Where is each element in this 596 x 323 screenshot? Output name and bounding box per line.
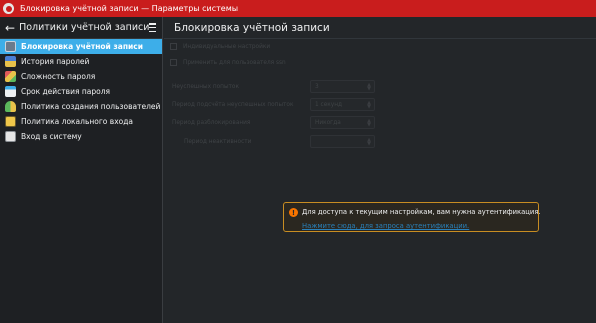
checkbox-box [170,43,177,50]
users-icon [5,101,16,112]
spin-arrows-icon: ▲ ▼ [367,100,371,110]
sidebar-item-label: Политика создания пользователей [21,101,161,111]
individual-settings-label: Индивидуальные настройки [183,43,271,50]
sidebar-nav: Блокировка учётной записи История пароле… [0,39,162,144]
lock-icon [5,41,16,52]
sidebar-title: Политики учётной записи [19,22,150,33]
calendar-icon [5,86,16,97]
sidebar-item-account-lockout[interactable]: Блокировка учётной записи [0,39,162,54]
sidebar-item-label: Сложность пароля [21,71,96,81]
individual-settings-checkbox[interactable]: Индивидуальные настройки [170,43,270,50]
reset-period-label: Период подсчёта неуспешных попыток [172,102,294,108]
notice-message: Для доступа к текущим настройкам, вам ну… [302,208,541,216]
apply-to-existing-checkbox[interactable]: Применить для пользователя ssn [170,59,286,66]
login-icon [5,131,16,142]
unlock-period-spinbox[interactable]: Никогда ▲ ▼ [310,116,375,129]
sidebar-item-label: Политика локального входа [21,116,134,126]
reset-period-spinbox[interactable]: 1 секунд ▲ ▼ [310,98,375,111]
unlock-period-label: Период разблокирования [172,120,251,126]
sidebar-item-label: Блокировка учётной записи [21,41,143,51]
sidebar-item-local-login-policy[interactable]: Политика локального входа [0,114,162,129]
back-arrow-icon[interactable]: ← [5,21,15,35]
sidebar-item-label: Срок действия пароля [21,86,111,96]
sidebar-item-label: Вход в систему [21,131,82,141]
spin-arrows-icon: ▲ ▼ [367,137,371,147]
auth-required-notice: ! Для доступа к текущим настройкам, вам … [283,202,541,232]
inactivity-period-spinbox[interactable]: ▲ ▼ [310,135,375,148]
page-title: Блокировка учётной записи [164,17,596,39]
inactivity-period-label: Период неактивности [184,139,252,145]
checkbox-box [170,59,177,66]
request-auth-link[interactable]: Нажмите сюда, для запроса аутентификации… [302,222,469,230]
reset-period-value: 1 секунд [315,101,343,108]
complexity-icon [5,71,16,82]
sidebar-item-login[interactable]: Вход в систему [0,129,162,144]
apply-to-existing-label: Применить для пользователя ssn [183,59,286,66]
sidebar-item-user-creation-policy[interactable]: Политика создания пользователей [0,99,162,114]
hamburger-menu-icon[interactable] [149,23,156,32]
sidebar-item-password-history[interactable]: История паролей [0,54,162,69]
main-panel: Блокировка учётной записи Индивидуальные… [164,17,596,323]
window-title: Блокировка учётной записи — Параметры си… [20,4,239,13]
app-icon [3,3,14,14]
window-titlebar: Блокировка учётной записи — Параметры си… [0,0,596,17]
warning-icon: ! [289,208,298,217]
sidebar-item-password-expiry[interactable]: Срок действия пароля [0,84,162,99]
sidebar: ← Политики учётной записи Блокировка учё… [0,17,163,323]
spin-arrows-icon: ▲ ▼ [367,118,371,128]
sidebar-item-password-complexity[interactable]: Сложность пароля [0,69,162,84]
hourglass-icon [5,56,16,67]
unlock-period-value: Никогда [315,119,341,126]
sidebar-item-label: История паролей [21,56,90,66]
failed-attempts-value: 3 [315,83,319,90]
failed-attempts-label: Неуспешных попыток [172,84,239,90]
failed-attempts-spinbox[interactable]: 3 ▲ ▼ [310,80,375,93]
sidebar-header: ← Политики учётной записи [0,17,162,39]
spin-arrows-icon: ▲ ▼ [367,82,371,92]
id-card-icon [5,116,16,127]
